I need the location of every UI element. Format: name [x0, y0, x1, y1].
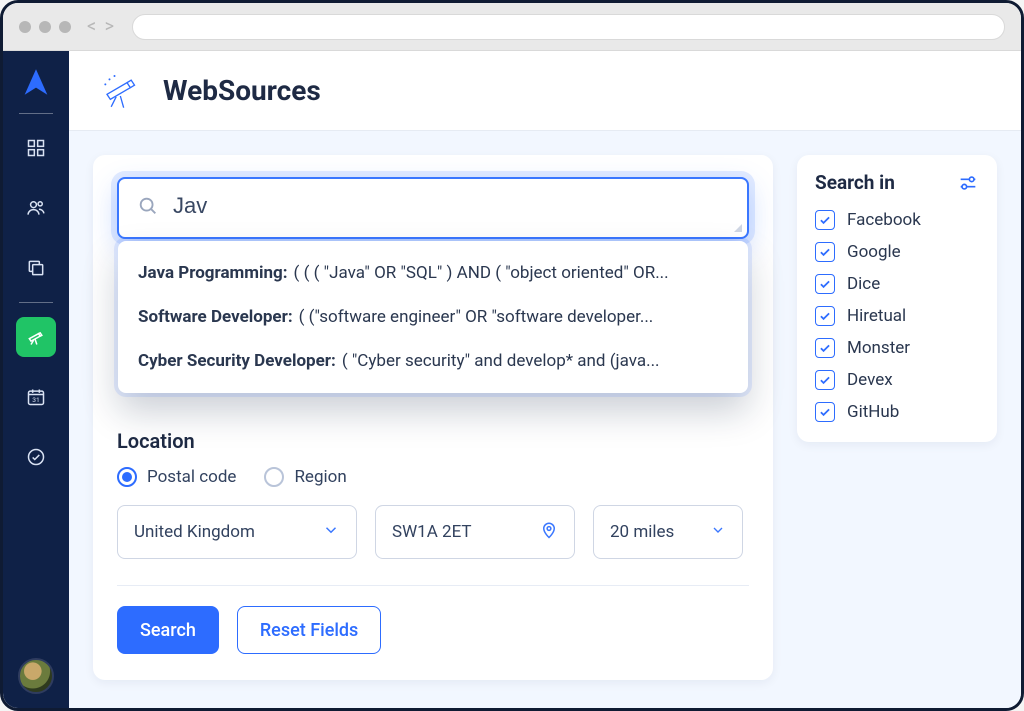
source-list: Facebook Google Dice Hiretual Monster Devex Gi… [815, 210, 979, 422]
telescope-icon[interactable] [16, 317, 56, 357]
app-logo-icon[interactable] [19, 65, 53, 99]
zoom-dot-icon[interactable] [59, 21, 71, 33]
chevron-down-icon [322, 521, 340, 544]
postal-code-value: SW1A 2ET [392, 522, 472, 542]
sidebar-nav-top [16, 128, 56, 288]
checkbox-icon [815, 402, 835, 422]
location-section: Location Postal code Region [117, 429, 749, 559]
header: WebSources [69, 51, 1021, 131]
reset-fields-button[interactable]: Reset Fields [237, 606, 381, 654]
suggestion-title: Software Developer: [138, 307, 293, 327]
button-row: Search Reset Fields [117, 585, 749, 654]
svg-text:31: 31 [32, 396, 39, 404]
checkbox-icon [815, 242, 835, 262]
main: WebSources Java Programming: ( ( ( "Java… [69, 51, 1021, 708]
browser-titlebar: < > [3, 3, 1021, 51]
search-box: Java Programming: ( ( ( "Java" OR "SQL" … [117, 177, 749, 239]
avatar[interactable] [18, 658, 54, 694]
postal-code-input[interactable]: SW1A 2ET [375, 505, 575, 559]
source-label: Facebook [847, 210, 921, 230]
suggestion-item[interactable]: Java Programming: ( ( ( "Java" OR "SQL" … [124, 251, 742, 295]
people-icon[interactable] [16, 188, 56, 228]
suggestion-query: ( ( ( "Java" OR "SQL" ) AND ( "object or… [294, 263, 728, 283]
source-checkbox[interactable]: GitHub [815, 402, 979, 422]
search-in-title: Search in [815, 171, 895, 194]
suggestion-title: Java Programming: [138, 263, 288, 283]
checkbox-icon [815, 306, 835, 326]
sidebar-divider [19, 302, 53, 303]
checkbox-icon [815, 338, 835, 358]
radius-select[interactable]: 20 miles [593, 505, 743, 559]
search-card: Java Programming: ( ( ( "Java" OR "SQL" … [93, 155, 773, 680]
location-mode-radios: Postal code Region [117, 467, 749, 487]
location-fields: United Kingdom SW1A 2ET [117, 505, 749, 559]
sidebar-divider [19, 113, 53, 114]
location-label: Location [117, 429, 749, 453]
source-checkbox[interactable]: Dice [815, 274, 979, 294]
sidebar: 31 [3, 51, 69, 708]
source-label: GitHub [847, 402, 899, 422]
search-button-label: Search [140, 620, 196, 641]
radio-dot-icon [117, 467, 137, 487]
suggestion-query: ( ("software engineer" OR "software deve… [299, 307, 728, 327]
search-suggestions: Java Programming: ( ( ( "Java" OR "SQL" … [118, 241, 748, 393]
source-checkbox[interactable]: Devex [815, 370, 979, 390]
source-label: Dice [847, 274, 880, 294]
checkbox-icon [815, 274, 835, 294]
sidebar-nav-bottom: 31 [16, 317, 56, 477]
radio-postal-code[interactable]: Postal code [117, 467, 236, 487]
suggestion-item[interactable]: Cyber Security Developer: ( "Cyber secur… [124, 339, 742, 383]
dashboard-icon[interactable] [16, 128, 56, 168]
resize-handle-icon[interactable] [734, 224, 742, 232]
source-label: Google [847, 242, 901, 262]
radio-dot-icon [264, 467, 284, 487]
country-select[interactable]: United Kingdom [117, 505, 357, 559]
radio-label: Postal code [147, 467, 236, 487]
search-in-header: Search in [815, 171, 979, 194]
app-body: 31 [3, 51, 1021, 708]
source-label: Monster [847, 338, 910, 358]
page-title: WebSources [163, 74, 321, 107]
reset-fields-button-label: Reset Fields [260, 620, 358, 641]
chevron-down-icon [710, 522, 726, 543]
search-icon [137, 195, 159, 217]
check-circle-icon[interactable] [16, 437, 56, 477]
suggestion-item[interactable]: Software Developer: ( ("software enginee… [124, 295, 742, 339]
search-input[interactable] [173, 193, 731, 219]
traffic-lights [19, 21, 71, 33]
nav-arrows-icon[interactable]: < > [87, 16, 116, 37]
source-checkbox[interactable]: Facebook [815, 210, 979, 230]
url-bar[interactable] [132, 14, 1005, 40]
checkbox-icon [815, 370, 835, 390]
search-button[interactable]: Search [117, 606, 219, 654]
source-label: Hiretual [847, 306, 906, 326]
app-window: < > [0, 0, 1024, 711]
source-checkbox[interactable]: Monster [815, 338, 979, 358]
source-checkbox[interactable]: Hiretual [815, 306, 979, 326]
telescope-header-icon [99, 68, 145, 114]
checkbox-icon [815, 210, 835, 230]
source-label: Devex [847, 370, 893, 390]
source-checkbox[interactable]: Google [815, 242, 979, 262]
suggestion-query: ( "Cyber security" and develop* and (jav… [342, 351, 728, 371]
calendar-icon[interactable]: 31 [16, 377, 56, 417]
close-dot-icon[interactable] [19, 21, 31, 33]
suggestion-title: Cyber Security Developer: [138, 351, 336, 371]
sliders-icon[interactable] [957, 172, 979, 194]
search-in-card: Search in Facebook Google Dice Hiretual Mons… [797, 155, 997, 442]
copy-icon[interactable] [16, 248, 56, 288]
radio-region[interactable]: Region [264, 467, 346, 487]
map-pin-icon [540, 521, 558, 544]
country-value: United Kingdom [134, 522, 255, 542]
minimize-dot-icon[interactable] [39, 21, 51, 33]
radius-value: 20 miles [610, 522, 674, 542]
content: Java Programming: ( ( ( "Java" OR "SQL" … [69, 131, 1021, 708]
radio-label: Region [294, 467, 346, 487]
